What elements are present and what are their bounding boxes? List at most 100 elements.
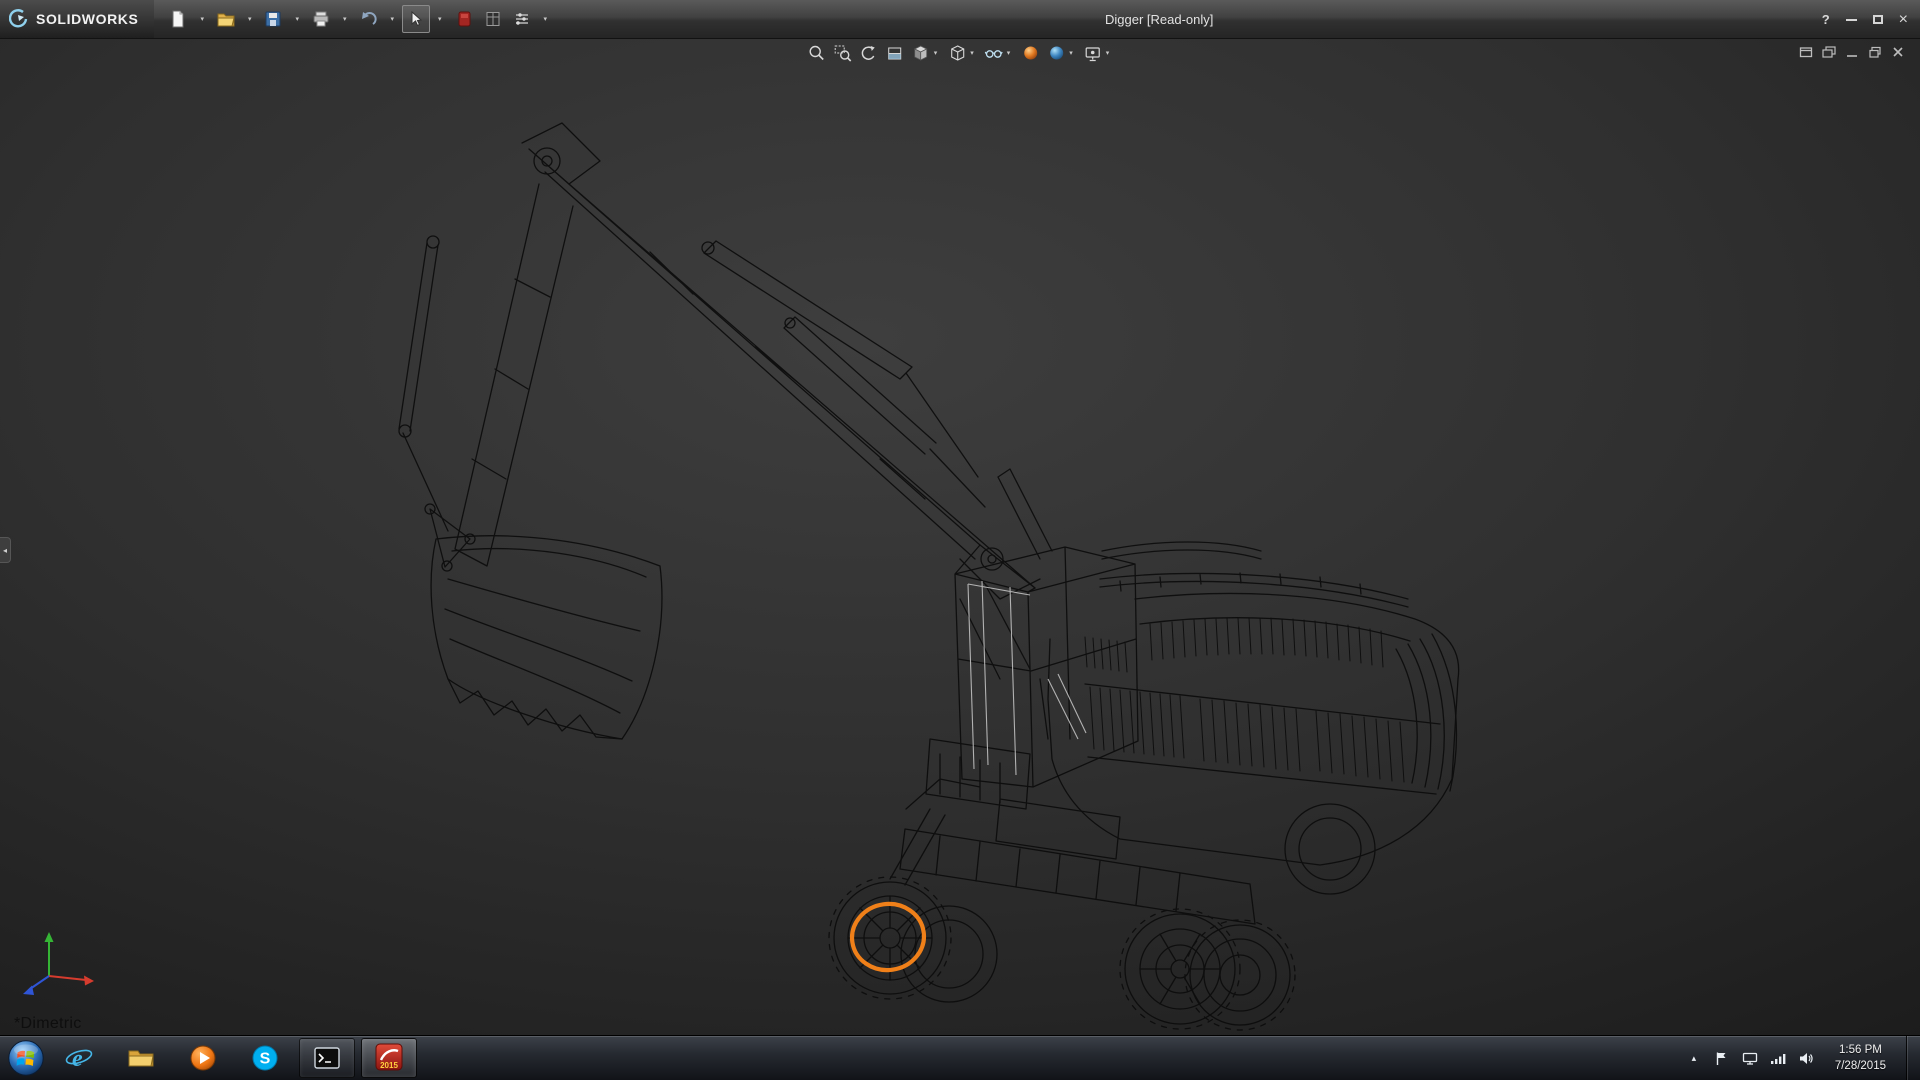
previous-view-icon [860,44,878,62]
document-close-button[interactable] [1890,44,1906,63]
taskbar-solidworks-button[interactable]: 2015 [361,1038,417,1078]
open-dropdown[interactable]: ▾ [241,5,259,33]
close-button[interactable]: × [1899,12,1908,28]
options-icon [512,9,532,29]
display-tray-button[interactable] [1741,1046,1759,1070]
titlebar: SOLIDWORKS ▾ ▾ [0,0,1920,39]
help-icon: ? [1822,12,1830,27]
document-close-icon [1890,44,1906,60]
taskbar-internet-explorer-button[interactable]: e [51,1038,107,1078]
network-tray-button[interactable] [1769,1046,1787,1070]
headsup-view-toolbar: ▾ ▾ ▾ [807,43,1114,63]
save-button[interactable] [259,5,287,33]
dropdown-arrow-icon: ▾ [1066,50,1076,57]
hide-show-items-button[interactable]: ▾ [984,43,1015,63]
zoom-to-fit-button[interactable] [807,43,827,63]
taskbar-clock[interactable]: 1:56 PM 7/28/2015 [1825,1042,1896,1074]
new-document-dropdown[interactable]: ▾ [193,5,211,33]
dropdown-arrow-icon: ▾ [931,50,941,57]
maximize-icon [1873,15,1883,24]
edit-appearance-icon [1021,44,1039,62]
start-button[interactable] [4,1037,48,1079]
display-style-icon [948,44,966,62]
document-window-button[interactable] [1798,44,1814,63]
help-button[interactable]: ? [1822,12,1830,27]
undo-button[interactable] [355,5,383,33]
dropdown-arrow-icon: ▾ [1004,50,1014,57]
edit-appearance-button[interactable] [1020,43,1040,63]
rebuild-icon [483,9,503,29]
solidworks-app-icon: 2015 [373,1042,405,1074]
close-icon: × [1899,11,1908,28]
hidden-icons-button[interactable]: ▴ [1685,1046,1703,1070]
dropdown-arrow-icon: ▾ [541,16,551,23]
wireframe-excavator-model [0,39,1920,1035]
display-tray-icon [1742,1051,1758,1066]
display-style-button[interactable]: ▾ [947,43,978,63]
cascade-windows-icon [1821,44,1837,60]
previous-view-button[interactable] [859,43,879,63]
volume-tray-icon [1798,1051,1814,1066]
minimize-icon [1846,19,1857,21]
taskbar-file-explorer-button[interactable] [113,1038,169,1078]
action-center-button[interactable] [1713,1046,1731,1070]
dropdown-arrow-icon: ▾ [197,16,207,23]
cascade-windows-button[interactable] [1821,44,1837,63]
view-orientation-icon [912,44,930,62]
print-button[interactable] [307,5,335,33]
section-view-button[interactable] [885,43,905,63]
svg-text:S: S [260,1051,271,1068]
view-settings-button[interactable]: ▾ [1083,43,1114,63]
dropdown-arrow-icon: ▾ [292,16,302,23]
action-center-flag-icon [1714,1051,1729,1066]
rebuild-button[interactable] [479,5,507,33]
view-orientation-label: *Dimetric [14,1015,82,1033]
open-button[interactable] [212,5,240,33]
main-toolbar: ▾ ▾ ▾ [164,0,554,38]
maximize-button[interactable] [1873,15,1883,24]
apply-scene-button[interactable]: ▾ [1046,43,1077,63]
add-ins-button[interactable] [450,5,478,33]
document-restore-button[interactable] [1867,44,1883,63]
dassault-3ds-icon [9,9,29,29]
pane-collapse-icon: ◂ [3,546,7,555]
section-view-icon [886,44,904,62]
hidden-icons-chevron-icon: ▴ [1692,1053,1697,1064]
graphics-viewport[interactable]: ▾ ▾ ▾ [0,39,1920,1035]
options-dropdown[interactable]: ▾ [537,5,555,33]
print-dropdown[interactable]: ▾ [336,5,354,33]
new-document-button[interactable] [164,5,192,33]
media-player-icon [188,1043,218,1073]
zoom-to-area-button[interactable] [833,43,853,63]
dropdown-arrow-icon: ▾ [245,16,255,23]
volume-tray-button[interactable] [1797,1046,1815,1070]
minimize-button[interactable] [1846,19,1857,21]
clock-date: 7/28/2015 [1835,1058,1886,1074]
save-dropdown[interactable]: ▾ [288,5,306,33]
svg-text:e: e [72,1046,83,1072]
dropdown-arrow-icon: ▾ [388,16,398,23]
apply-scene-icon [1047,44,1065,62]
window-icon [1798,44,1814,60]
hide-show-items-icon [985,44,1003,62]
show-desktop-button[interactable] [1906,1036,1918,1080]
document-minimize-icon [1844,44,1860,60]
open-icon [216,9,236,29]
new-document-icon [168,9,188,29]
view-orientation-button[interactable]: ▾ [911,43,942,63]
file-explorer-icon [126,1043,156,1073]
select-dropdown[interactable]: ▾ [431,5,449,33]
taskbar-skype-button[interactable]: S [237,1038,293,1078]
taskbar-media-player-button[interactable] [175,1038,231,1078]
system-tray: ▴ [1685,1036,1920,1080]
dropdown-arrow-icon: ▾ [340,16,350,23]
feature-manager-collapse-tab[interactable]: ◂ [0,537,11,563]
undo-dropdown[interactable]: ▾ [384,5,402,33]
zoom-to-fit-icon [808,44,826,62]
start-orb-icon [7,1039,45,1077]
options-button[interactable] [508,5,536,33]
select-tool-button[interactable] [402,5,430,33]
document-minimize-button[interactable] [1844,44,1860,63]
taskbar-command-prompt-button[interactable] [299,1038,355,1078]
solidworks-logo: SOLIDWORKS [0,0,154,38]
